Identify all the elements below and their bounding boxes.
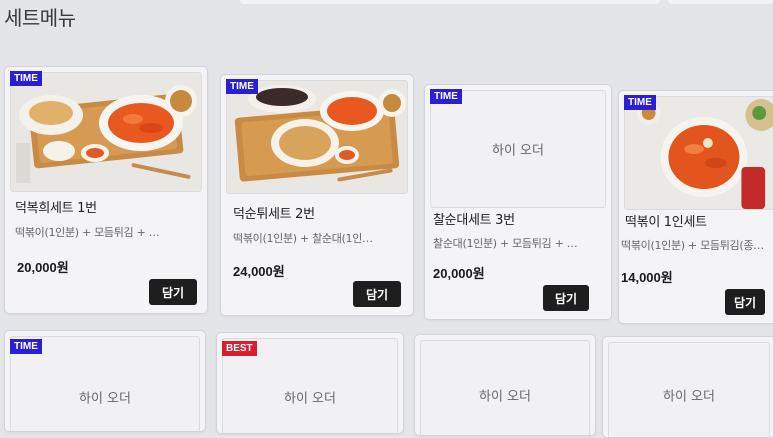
placeholder-text: 하이 오더	[479, 389, 531, 405]
menu-description: 떡볶이(1인분) + 모듬튀김 + …	[15, 226, 160, 239]
menu-name: 찰순대세트 3번	[433, 213, 515, 228]
add-to-cart-button[interactable]: 담기	[725, 289, 765, 315]
add-to-cart-button[interactable]: 담기	[353, 281, 401, 307]
menu-price: 20,000원	[433, 266, 485, 281]
add-to-cart-button[interactable]: 담기	[149, 279, 197, 305]
menu-card[interactable]: 하이 오더	[602, 336, 773, 438]
menu-price: 20,000원	[17, 260, 69, 275]
time-badge: TIME	[624, 95, 656, 110]
menu-photo	[226, 80, 408, 194]
menu-card[interactable]: TIME 떡볶이 1인세트 떡볶이(1인분) + 모듬튀김(종… 14,000원…	[618, 90, 773, 324]
menu-name: 덕순튀세트 2번	[233, 207, 315, 222]
menu-description: 찰순대(1인분) + 모듬튀김 + …	[433, 237, 578, 250]
top-strip	[240, 0, 660, 4]
menu-photo-placeholder: 하이 오더	[420, 340, 590, 435]
time-badge: TIME	[10, 71, 42, 86]
menu-card[interactable]: TIME 덕복희세트 1번 떡볶이(1인분) + 모듬튀김 + … 20,000…	[4, 66, 208, 314]
section-title: 세트메뉴	[4, 6, 76, 30]
add-to-cart-button[interactable]: 담기	[543, 285, 589, 311]
top-strip	[668, 0, 773, 4]
menu-description: 떡볶이(1인분) + 찰순대(1인…	[233, 232, 373, 245]
menu-photo-placeholder: 하이 오더	[430, 90, 606, 208]
best-badge: BEST	[222, 341, 257, 356]
time-badge: TIME	[430, 89, 462, 104]
menu-card[interactable]: 하이 오더 TIME 찰순대세트 3번 찰순대(1인분) + 모듬튀김 + … …	[424, 84, 612, 320]
menu-price: 14,000원	[621, 270, 673, 285]
placeholder-text: 하이 오더	[492, 143, 544, 159]
menu-card[interactable]: 하이 오더	[414, 334, 596, 436]
menu-card[interactable]: 하이 오더 BEST	[216, 332, 404, 434]
time-badge: TIME	[226, 79, 258, 94]
menu-card[interactable]: TIME 덕순튀세트 2번 떡볶이(1인분) + 찰순대(1인… 24,000원…	[220, 74, 414, 316]
menu-price: 24,000원	[233, 264, 285, 279]
menu-description: 떡볶이(1인분) + 모듬튀김(종…	[621, 239, 764, 252]
menu-card[interactable]: 하이 오더 TIME	[4, 330, 206, 432]
placeholder-text: 하이 오더	[663, 389, 715, 405]
menu-name: 덕복희세트 1번	[15, 201, 97, 216]
menu-name: 떡볶이 1인세트	[625, 215, 707, 230]
placeholder-text: 하이 오더	[284, 391, 336, 407]
menu-photo	[624, 96, 773, 210]
placeholder-text: 하이 오더	[79, 391, 131, 407]
time-badge: TIME	[10, 339, 42, 354]
menu-photo	[10, 72, 202, 192]
menu-photo-placeholder: 하이 오더	[608, 342, 770, 437]
